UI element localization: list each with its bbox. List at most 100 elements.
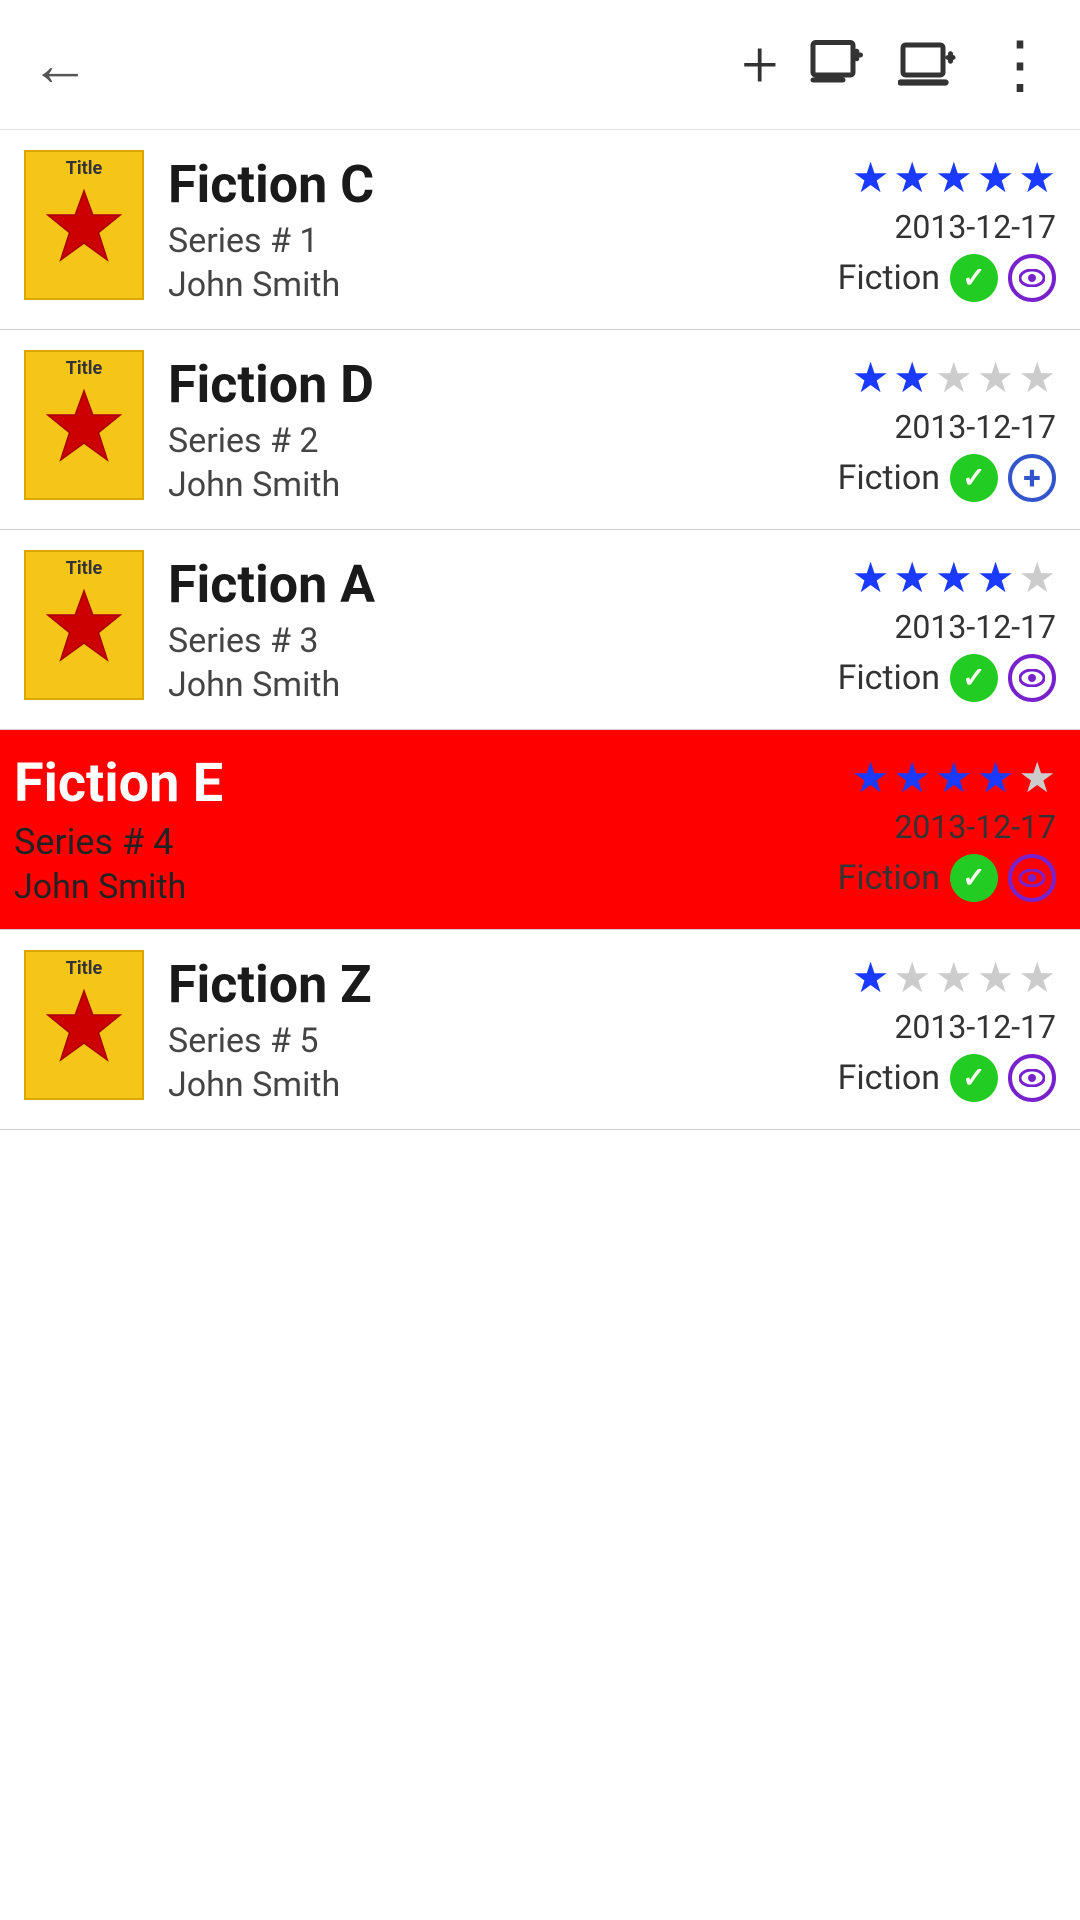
add-button[interactable]: + (742, 27, 778, 102)
genre-label: Fiction (838, 458, 940, 498)
book-item[interactable]: Title Fiction D Series # 2 John Smith ★★… (0, 330, 1080, 530)
rating-stars: ★★★★★ (852, 758, 1056, 800)
rating-stars: ★★★★★ (852, 358, 1056, 400)
cover-title: Title (66, 158, 103, 179)
book-item[interactable]: Fiction E Series # 4 John Smith ★★★★★ 20… (0, 730, 1080, 930)
add-to-shelf-button[interactable] (898, 35, 958, 95)
star-empty: ★ (935, 958, 973, 1000)
book-tags: Fiction ✓ (838, 654, 1056, 702)
check-icon[interactable]: ✓ (950, 254, 998, 302)
header: ← + ⋮ (0, 0, 1080, 130)
cover-star-icon (44, 587, 124, 671)
star-empty: ★ (1018, 958, 1056, 1000)
star-filled: ★ (893, 758, 931, 800)
more-menu-button[interactable]: ⋮ (988, 27, 1050, 102)
star-empty: ★ (1018, 558, 1056, 600)
book-meta: ★★★★★ 2013-12-17 Fiction ✓ (836, 950, 1056, 1109)
eye-icon[interactable] (1008, 1054, 1056, 1102)
header-actions: + ⋮ (742, 27, 1050, 102)
book-meta: ★★★★★ 2013-12-17 Fiction ✓ (836, 550, 1056, 709)
book-title: Fiction E (14, 752, 836, 817)
cover-star-icon (44, 187, 124, 271)
check-icon[interactable]: ✓ (950, 1054, 998, 1102)
book-series: Series # 5 (168, 1021, 836, 1061)
genre-label: Fiction (838, 658, 940, 698)
book-date: 2013-12-17 (894, 408, 1056, 446)
star-empty: ★ (1018, 358, 1056, 400)
book-info: Fiction Z Series # 5 John Smith (168, 950, 836, 1109)
cover-title: Title (66, 358, 103, 379)
book-cover: Title (24, 350, 144, 500)
book-cover: Title (24, 150, 144, 300)
book-info: Fiction E Series # 4 John Smith (14, 750, 836, 909)
star-filled: ★ (977, 758, 1015, 800)
book-item[interactable]: Title Fiction C Series # 1 John Smith ★★… (0, 130, 1080, 330)
cover-title: Title (66, 958, 103, 979)
rating-stars: ★★★★★ (852, 558, 1056, 600)
book-series: Series # 4 (14, 821, 836, 863)
book-title: Fiction C (168, 154, 836, 216)
book-tags: Fiction ✓ (838, 1054, 1056, 1102)
check-icon[interactable]: ✓ (950, 854, 998, 902)
book-meta: ★★★★★ 2013-12-17 Fiction ✓ (836, 750, 1056, 909)
star-filled: ★ (852, 158, 890, 200)
genre-label: Fiction (838, 1058, 940, 1098)
cover-star-icon (44, 987, 124, 1071)
book-title: Fiction D (168, 354, 836, 416)
book-tags: Fiction ✓ (838, 854, 1056, 902)
star-filled: ★ (1018, 158, 1056, 200)
book-series: Series # 2 (168, 421, 836, 461)
back-button[interactable]: ← (30, 35, 90, 95)
star-filled: ★ (977, 558, 1015, 600)
book-info: Fiction D Series # 2 John Smith (168, 350, 836, 509)
eye-icon[interactable] (1008, 854, 1056, 902)
book-author: John Smith (14, 867, 836, 907)
rating-stars: ★★★★★ (852, 958, 1056, 1000)
book-item[interactable]: Title Fiction A Series # 3 John Smith ★★… (0, 530, 1080, 730)
book-series: Series # 3 (168, 621, 836, 661)
book-date: 2013-12-17 (894, 608, 1056, 646)
book-item[interactable]: Title Fiction Z Series # 5 John Smith ★★… (0, 930, 1080, 1130)
rating-stars: ★★★★★ (852, 158, 1056, 200)
eye-icon[interactable] (1008, 254, 1056, 302)
genre-label: Fiction (838, 258, 940, 298)
star-filled: ★ (935, 158, 973, 200)
star-filled: ★ (893, 158, 931, 200)
star-filled: ★ (893, 558, 931, 600)
book-cover: Title (24, 950, 144, 1100)
book-series: Series # 1 (168, 221, 836, 261)
book-author: John Smith (168, 265, 836, 305)
genre-label: Fiction (838, 858, 940, 898)
star-filled: ★ (977, 158, 1015, 200)
add-to-list-button[interactable] (808, 35, 868, 95)
star-empty: ★ (893, 958, 931, 1000)
book-info: Fiction C Series # 1 John Smith (168, 150, 836, 309)
star-filled: ★ (852, 758, 890, 800)
book-tags: Fiction ✓ (838, 254, 1056, 302)
book-title: Fiction Z (168, 954, 836, 1016)
cover-title: Title (66, 558, 103, 579)
check-icon[interactable]: ✓ (950, 454, 998, 502)
check-icon[interactable]: ✓ (950, 654, 998, 702)
star-filled: ★ (935, 758, 973, 800)
add-icon[interactable]: + (1008, 454, 1056, 502)
star-filled: ★ (852, 558, 890, 600)
book-date: 2013-12-17 (894, 808, 1056, 846)
book-list: Title Fiction C Series # 1 John Smith ★★… (0, 130, 1080, 1130)
star-filled: ★ (852, 358, 890, 400)
book-author: John Smith (168, 665, 836, 705)
star-filled: ★ (852, 958, 890, 1000)
book-title: Fiction A (168, 554, 836, 616)
star-empty: ★ (977, 358, 1015, 400)
star-empty: ★ (935, 358, 973, 400)
star-empty: ★ (977, 958, 1015, 1000)
star-empty: ★ (1018, 758, 1056, 800)
star-filled: ★ (935, 558, 973, 600)
book-author: John Smith (168, 1065, 836, 1105)
book-meta: ★★★★★ 2013-12-17 Fiction ✓ (836, 150, 1056, 309)
book-meta: ★★★★★ 2013-12-17 Fiction ✓ + (836, 350, 1056, 509)
eye-icon[interactable] (1008, 654, 1056, 702)
book-date: 2013-12-17 (894, 208, 1056, 246)
book-tags: Fiction ✓ + (838, 454, 1056, 502)
cover-star-icon (44, 387, 124, 471)
